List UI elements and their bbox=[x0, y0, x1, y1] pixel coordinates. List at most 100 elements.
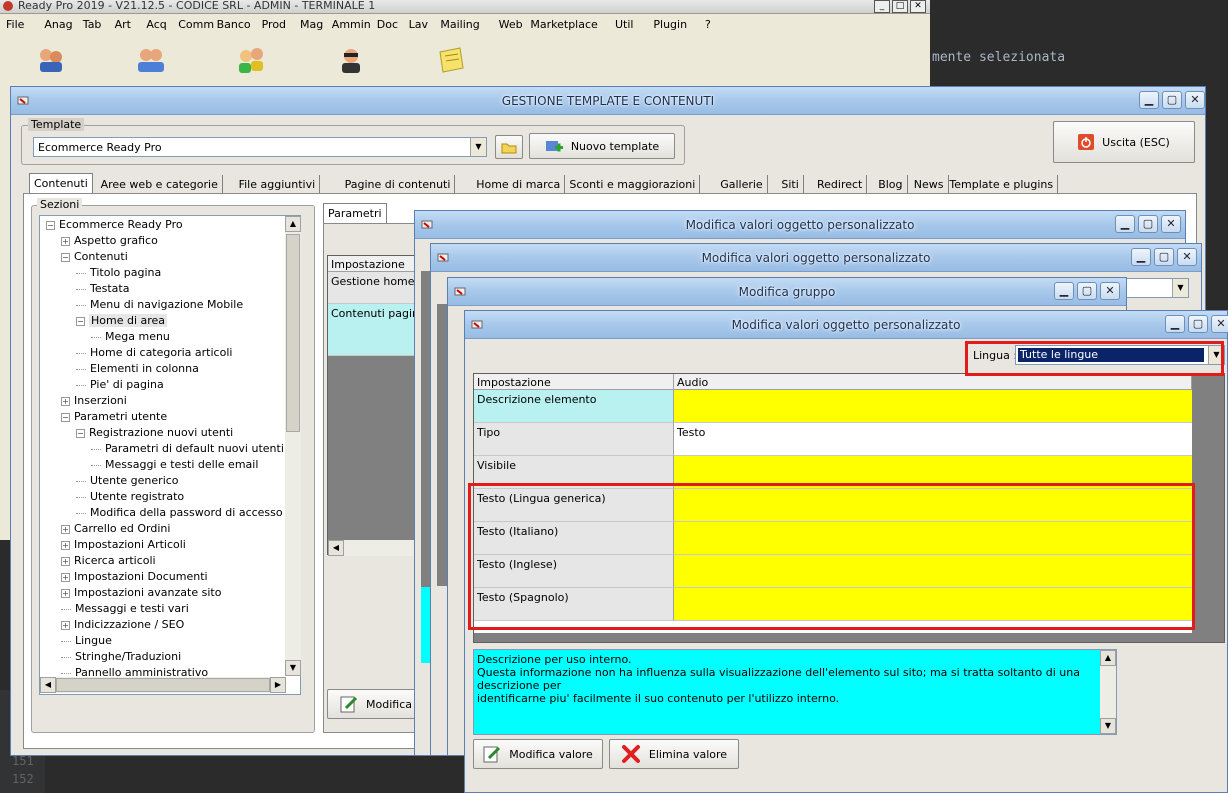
template-select[interactable]: Ecommerce Ready Pro ▼ bbox=[33, 137, 487, 157]
tree-item[interactable]: + Inserzioni bbox=[61, 393, 127, 409]
scroll-down-icon[interactable]: ▼ bbox=[1100, 718, 1116, 734]
scroll-up-icon[interactable]: ▲ bbox=[1100, 650, 1116, 666]
params-grid[interactable]: Impostazione Gestione home pa Contenuti … bbox=[327, 255, 428, 556]
expand-icon[interactable]: + bbox=[61, 236, 70, 246]
grid-value-cell[interactable]: Testo bbox=[674, 423, 1192, 456]
tab-item[interactable]: File aggiuntivi bbox=[235, 175, 321, 195]
menu-item[interactable]: Doc bbox=[377, 18, 398, 31]
tab-item[interactable]: Sconti e maggiorazioni bbox=[565, 175, 701, 195]
tree-item[interactable]: Parametri di default nuovi utenti bbox=[91, 441, 284, 457]
tab-item[interactable]: Aree web e categorie bbox=[97, 175, 223, 195]
menu-item[interactable]: Lav bbox=[409, 18, 428, 31]
maximize-icon[interactable]: ▢ bbox=[1154, 248, 1174, 266]
expand-icon[interactable]: + bbox=[61, 588, 70, 598]
tab-item[interactable]: Blog bbox=[874, 175, 908, 195]
minimize-icon[interactable]: ▁ bbox=[1131, 248, 1151, 266]
collapse-icon[interactable]: − bbox=[61, 252, 70, 262]
close-icon[interactable]: ✕ bbox=[1211, 315, 1228, 333]
clients-toolbar-icon[interactable] bbox=[36, 46, 66, 74]
modify-value-button[interactable]: Modifica valore bbox=[473, 739, 603, 769]
maximize-icon[interactable]: ▢ bbox=[1162, 91, 1182, 109]
new-template-button[interactable]: Nuovo template bbox=[529, 133, 675, 159]
tab-item[interactable]: Home di marca bbox=[472, 175, 566, 195]
menu-item[interactable]: Acq bbox=[146, 18, 166, 31]
menu-item[interactable]: Mag bbox=[300, 18, 323, 31]
agents-toolbar-icon[interactable] bbox=[236, 46, 266, 74]
scroll-thumb[interactable] bbox=[286, 234, 300, 432]
tree-vertical-scrollbar[interactable]: ▲ ▼ bbox=[285, 216, 301, 676]
tree-item[interactable]: + Impostazioni avanzate sito bbox=[61, 585, 221, 601]
open-folder-button[interactable] bbox=[495, 135, 523, 159]
minimize-icon[interactable]: _ bbox=[874, 0, 890, 13]
menu-item[interactable]: File bbox=[6, 18, 24, 31]
modify-button[interactable]: Modifica bbox=[327, 689, 425, 719]
tree-item[interactable]: − Contenuti bbox=[61, 249, 128, 265]
tree-horizontal-scrollbar[interactable]: ◀ ▶ bbox=[40, 677, 286, 693]
tree-item[interactable]: + Indicizzazione / SEO bbox=[61, 617, 184, 633]
close-icon[interactable]: ✕ bbox=[1161, 215, 1181, 233]
scroll-left-icon[interactable]: ◀ bbox=[40, 677, 56, 693]
tab-item[interactable]: News bbox=[910, 175, 949, 195]
maximize-icon[interactable]: ▢ bbox=[1077, 282, 1097, 300]
tree-item[interactable]: + Aspetto grafico bbox=[61, 233, 158, 249]
tree-item[interactable]: − Ecommerce Ready Pro bbox=[46, 217, 183, 233]
maximize-icon[interactable]: ▢ bbox=[1138, 215, 1158, 233]
menu-item[interactable]: Marketplace bbox=[530, 18, 597, 31]
menu-item[interactable]: Banco bbox=[217, 18, 251, 31]
params-row[interactable]: Contenuti pagina bbox=[328, 304, 428, 356]
tree-item[interactable]: Lingue bbox=[61, 633, 112, 649]
collapse-icon[interactable]: − bbox=[46, 220, 55, 230]
tree-item[interactable]: Messaggi e testi vari bbox=[61, 601, 189, 617]
tab-item[interactable]: Siti bbox=[777, 175, 804, 195]
close-icon[interactable]: ✕ bbox=[1100, 282, 1120, 300]
collapse-icon[interactable]: − bbox=[76, 316, 85, 326]
scroll-right-icon[interactable]: ▶ bbox=[270, 677, 286, 693]
close-icon[interactable]: ✕ bbox=[910, 0, 926, 13]
dialog2-select[interactable]: ▼ bbox=[1121, 278, 1189, 298]
minimize-icon[interactable]: ▁ bbox=[1115, 215, 1135, 233]
tree-item[interactable]: + Carrello ed Ordini bbox=[61, 521, 170, 537]
tree-item[interactable]: Testata bbox=[76, 281, 129, 297]
tree-item[interactable]: + Impostazioni Documenti bbox=[61, 569, 208, 585]
params-row[interactable]: Gestione home pa bbox=[328, 272, 428, 304]
description-box[interactable]: Descrizione per uso interno. Questa info… bbox=[473, 649, 1117, 735]
tab-item[interactable]: Template e plugins bbox=[945, 175, 1059, 195]
tab-item[interactable]: Gallerie bbox=[716, 175, 768, 195]
expand-icon[interactable]: + bbox=[61, 540, 70, 550]
tree-item[interactable]: Elementi in colonna bbox=[76, 361, 199, 377]
grid-setting-cell[interactable]: Tipo bbox=[474, 423, 674, 456]
tree-item[interactable]: − Home di area bbox=[76, 313, 168, 329]
scroll-down-icon[interactable]: ▼ bbox=[285, 660, 301, 676]
tree-item[interactable]: Home di categoria articoli bbox=[76, 345, 232, 361]
minimize-icon[interactable]: ▁ bbox=[1165, 315, 1185, 333]
menu-item[interactable]: Plugin bbox=[653, 18, 687, 31]
tab-item[interactable]: Pagine di contenuti bbox=[341, 175, 456, 195]
sections-tree[interactable]: − Ecommerce Ready Pro + Aspetto grafico − Con… bbox=[39, 215, 301, 695]
tree-item[interactable]: + Ricerca articoli bbox=[61, 553, 156, 569]
scroll-up-icon[interactable]: ▲ bbox=[285, 216, 301, 232]
minimize-icon[interactable]: ▁ bbox=[1054, 282, 1074, 300]
description-scrollbar[interactable]: ▲ ▼ bbox=[1100, 650, 1116, 734]
menu-item[interactable]: Web bbox=[499, 18, 523, 31]
menu-item[interactable]: Util bbox=[615, 18, 633, 31]
suppliers-toolbar-icon[interactable] bbox=[136, 46, 166, 74]
tab-parametri[interactable]: Parametri bbox=[323, 203, 387, 223]
menu-item[interactable]: Comm bbox=[178, 18, 214, 31]
minimize-icon[interactable]: ▁ bbox=[1139, 91, 1159, 109]
expand-icon[interactable]: + bbox=[61, 556, 70, 566]
delete-value-button[interactable]: Elimina valore bbox=[609, 739, 739, 769]
close-icon[interactable]: ✕ bbox=[1185, 91, 1205, 109]
tree-item[interactable]: − Registrazione nuovi utenti bbox=[76, 425, 233, 441]
collapse-icon[interactable]: − bbox=[76, 428, 85, 438]
chevron-down-icon[interactable]: ▼ bbox=[1172, 279, 1188, 297]
tree-item[interactable]: Menu di navigazione Mobile bbox=[76, 297, 243, 313]
expand-icon[interactable]: + bbox=[61, 572, 70, 582]
maximize-icon[interactable]: ▢ bbox=[1188, 315, 1208, 333]
menu-item[interactable]: Art bbox=[115, 18, 131, 31]
close-icon[interactable]: ✕ bbox=[1177, 248, 1197, 266]
expand-icon[interactable]: + bbox=[61, 524, 70, 534]
params-horizontal-scrollbar[interactable]: ◀ bbox=[328, 540, 428, 556]
scroll-thumb[interactable] bbox=[56, 678, 270, 692]
expand-icon[interactable]: + bbox=[61, 396, 70, 406]
tree-item[interactable]: Utente generico bbox=[76, 473, 179, 489]
